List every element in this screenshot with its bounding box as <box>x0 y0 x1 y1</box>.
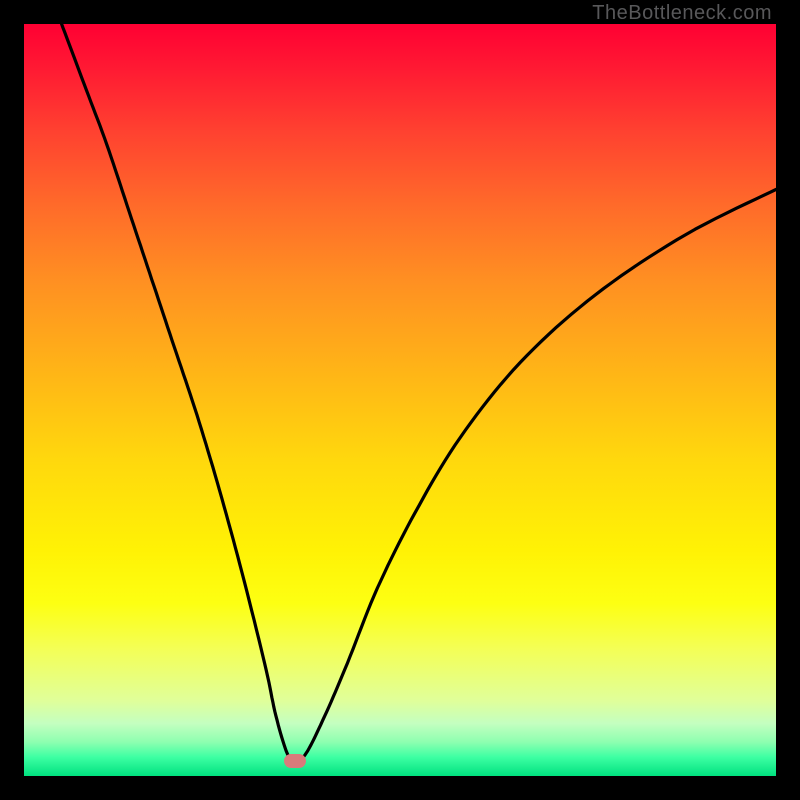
bottleneck-curve <box>24 24 776 776</box>
watermark-text: TheBottleneck.com <box>592 2 772 25</box>
optimum-marker <box>284 754 306 768</box>
chart-frame: TheBottleneck.com <box>0 0 800 800</box>
